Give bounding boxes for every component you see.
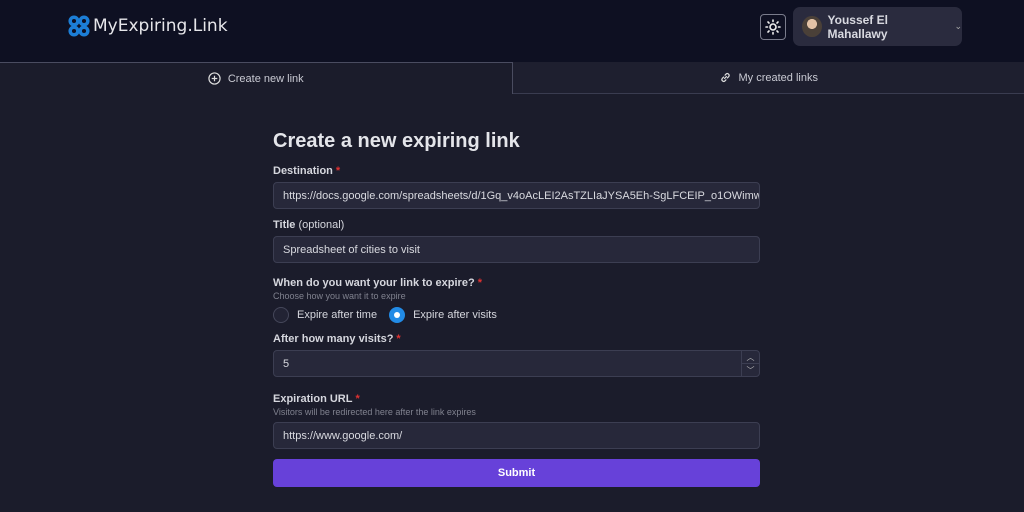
avatar [802,16,822,37]
expiration-url-label: Expiration URL* [273,393,760,405]
tab-my-created-links[interactable]: My created links [513,62,1024,93]
tab-label: Create new link [228,73,304,85]
required-mark: * [336,165,340,177]
chevron-down-icon: ⌄ [954,21,962,32]
visits-stepper: ︿ ﹀ [741,351,759,376]
expire-description: Choose how you want it to expire [273,291,760,301]
expire-radio-group: Expire after time Expire after visits [273,307,760,323]
submit-button[interactable]: Submit [273,459,760,487]
required-mark: * [355,393,359,405]
expiration-url-input[interactable]: https://www.google.com/ [273,422,760,449]
destination-input[interactable]: https://docs.google.com/spreadsheets/d/1… [273,182,760,209]
label-text: Title [273,219,295,231]
plus-circle-icon [208,72,221,85]
label-text: Expiration URL [273,393,352,405]
user-name: Youssef El Mahallawy [828,13,943,41]
logo[interactable]: MyExpiring.Link [68,15,228,37]
brand-name: MyExpiring.Link [93,16,228,36]
destination-label: Destination* [273,165,760,177]
user-menu-button[interactable]: Youssef El Mahallawy ⌄ [793,7,962,46]
page-title: Create a new expiring link [273,130,760,153]
visits-number-input[interactable]: 5 ︿ ﹀ [273,350,760,377]
title-label: Title (optional) [273,219,760,231]
header: MyExpiring.Link Youssef El Mahallawy ⌄ [0,0,1024,62]
visits-value: 5 [283,358,289,370]
tab-create-new-link[interactable]: Create new link [0,62,513,94]
increment-chevron-up-icon[interactable]: ︿ [742,351,759,364]
title-input[interactable]: Spreadsheet of cities to visit [273,236,760,263]
label-text: When do you want your link to expire? [273,277,475,289]
required-mark: * [396,333,400,345]
logo-icon [68,15,90,37]
sun-icon [765,19,781,35]
radio-expire-after-visits[interactable] [389,307,405,323]
required-mark: * [478,277,482,289]
radio-expire-after-time[interactable] [273,307,289,323]
expiration-url-description: Visitors will be redirected here after t… [273,407,760,417]
optional-hint: (optional) [298,219,344,231]
decrement-chevron-down-icon[interactable]: ﹀ [742,364,759,376]
create-link-form: Create a new expiring link Destination* … [273,130,760,487]
tabs: Create new link My created links [0,62,1024,94]
radio-label: Expire after visits [413,309,497,321]
label-text: After how many visits? [273,333,393,345]
tab-label: My created links [739,72,818,84]
radio-label: Expire after time [297,309,377,321]
expire-label: When do you want your link to expire?* [273,277,760,289]
label-text: Destination [273,165,333,177]
visits-label: After how many visits?* [273,333,760,345]
link-icon [719,71,732,84]
theme-toggle-button[interactable] [760,14,786,40]
